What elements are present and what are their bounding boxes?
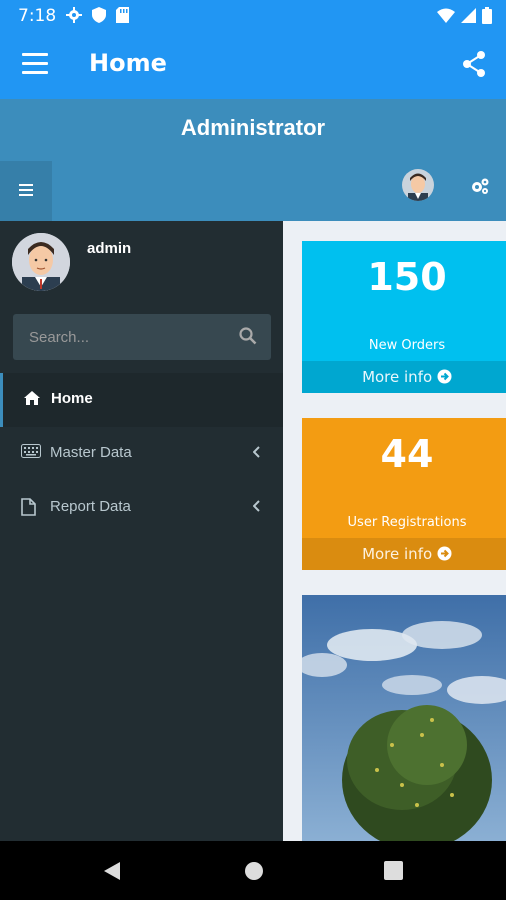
more-info-link[interactable]: More info — [302, 361, 506, 393]
status-bar: 7:18 — [0, 0, 506, 31]
back-icon[interactable] — [102, 861, 122, 881]
user-panel: admin — [0, 221, 283, 307]
signal-icon — [461, 8, 476, 23]
more-info-label: More info — [362, 368, 433, 386]
chevron-left-icon — [253, 446, 260, 458]
user-avatar — [12, 233, 70, 291]
status-time: 7:18 — [18, 6, 57, 26]
arrow-circle-right-icon — [437, 546, 452, 561]
sidebar-item-report-data[interactable]: Report Data — [0, 481, 283, 535]
more-info-link[interactable]: More info — [302, 538, 506, 570]
sidebar-item-home[interactable]: Home — [0, 373, 283, 427]
sd-card-icon — [116, 7, 129, 23]
box-label: User Registrations — [347, 515, 467, 530]
sidebar-item-label: Report Data — [50, 498, 131, 515]
more-info-label: More info — [362, 545, 433, 563]
sidebar-item-label: Home — [51, 390, 93, 407]
tree-photo — [302, 595, 506, 841]
system-nav-bar — [0, 841, 506, 900]
keyboard-icon — [21, 444, 41, 458]
navbar-avatar[interactable] — [402, 169, 434, 201]
settings-icon — [66, 7, 82, 23]
search-icon[interactable] — [239, 327, 257, 345]
admin-header: Administrator — [0, 99, 506, 161]
sidebar-search — [13, 314, 271, 360]
recents-icon[interactable] — [384, 861, 403, 880]
main-content: 150 New Orders More info 44 User Registr… — [283, 221, 506, 841]
chevron-left-icon — [253, 500, 260, 512]
new-orders-box: 150 New Orders More info — [302, 241, 506, 393]
box-value: 44 — [380, 432, 434, 476]
gears-icon[interactable] — [470, 177, 490, 195]
box-value: 150 — [367, 255, 447, 299]
file-icon — [21, 498, 36, 516]
user-registrations-box: 44 User Registrations More info — [302, 418, 506, 570]
sidebar: admin Home Master Data Report Data — [0, 221, 283, 841]
sidebar-item-label: Master Data — [50, 444, 132, 461]
sidebar-toggle-button[interactable] — [0, 161, 52, 221]
app-title: Home — [89, 49, 167, 77]
home-icon — [24, 391, 40, 405]
arrow-circle-right-icon — [437, 369, 452, 384]
navbar-right — [52, 161, 506, 221]
hamburger-icon[interactable] — [22, 53, 48, 75]
share-icon[interactable] — [462, 51, 486, 77]
sidebar-item-master-data[interactable]: Master Data — [0, 427, 283, 481]
battery-icon — [482, 7, 492, 24]
home-button-icon[interactable] — [244, 861, 264, 881]
shield-icon — [92, 7, 106, 23]
box-label: New Orders — [368, 338, 446, 353]
search-input[interactable] — [13, 314, 223, 360]
top-navbar — [0, 161, 506, 221]
admin-title: Administrator — [180, 115, 326, 140]
wifi-icon — [437, 8, 455, 23]
app-bar: Home — [0, 31, 506, 99]
user-name: admin — [87, 240, 132, 257]
